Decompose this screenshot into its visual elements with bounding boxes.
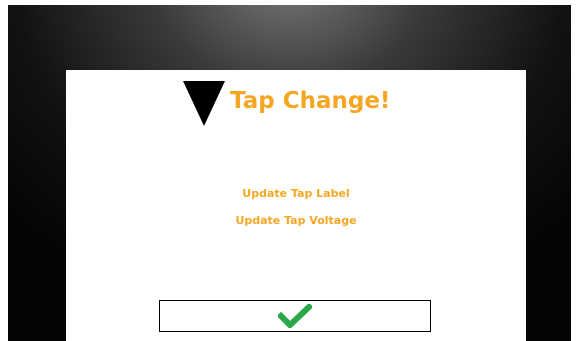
- tap-change-dialog: Tap Change! Update Tap Label Update Tap …: [66, 70, 526, 341]
- app-background: Tap Change! Update Tap Label Update Tap …: [8, 5, 571, 341]
- dialog-title: Tap Change!: [230, 88, 391, 114]
- update-tap-label-link[interactable]: Update Tap Label: [242, 187, 349, 200]
- update-tap-voltage-link[interactable]: Update Tap Voltage: [235, 214, 356, 227]
- checkmark-icon: [278, 304, 312, 328]
- confirm-button[interactable]: [159, 300, 431, 332]
- warning-triangle-icon: [183, 81, 225, 126]
